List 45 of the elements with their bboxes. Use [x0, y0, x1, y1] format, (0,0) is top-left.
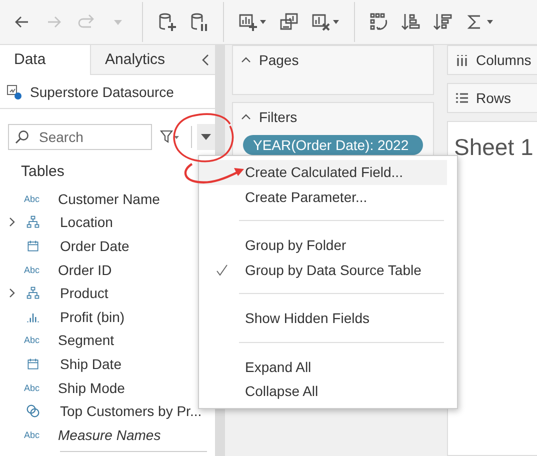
dropdown-button[interactable] [196, 124, 215, 150]
datasource-name[interactable]: Superstore Datasource [30, 84, 174, 100]
search-field[interactable]: Search [8, 124, 152, 150]
card-title: Pages [259, 52, 299, 68]
field-name[interactable]: Profit (bin) [60, 308, 125, 325]
data-type-label: Abc [24, 382, 41, 393]
data-type-label: Abc [24, 335, 41, 346]
field-name[interactable]: Location [60, 214, 113, 230]
hierarchy-icon [26, 286, 40, 300]
field-name[interactable]: Product [60, 285, 108, 302]
calendar-icon [26, 238, 40, 253]
overlapping-circles-icon [26, 404, 40, 418]
shelf-label: Columns [476, 52, 532, 68]
field-name[interactable]: Ship Mode [58, 380, 125, 396]
calendar-icon [26, 356, 40, 371]
field-name[interactable]: Measure Names [58, 426, 161, 443]
filter-icon[interactable] [160, 130, 180, 144]
annotation-arrow [184, 163, 244, 184]
rows-icon [456, 92, 468, 104]
expand-chevron-icon[interactable] [8, 217, 16, 228]
hierarchy-icon [26, 215, 40, 230]
section-heading: Tables [21, 163, 64, 182]
card-title: Filters [259, 109, 298, 125]
data-type-label: Abc [24, 194, 41, 204]
collapse-chevron-icon[interactable] [241, 56, 251, 64]
columns-icon [456, 54, 468, 66]
field-name[interactable]: Order Date [60, 238, 130, 254]
datasource-icon [6, 84, 22, 100]
filter-pill[interactable]: YEAR(Order Date): 2022 [243, 135, 423, 155]
sheet-title: Sheet 1 [454, 134, 534, 160]
field-name[interactable]: Segment [58, 332, 114, 348]
search-icon [15, 130, 29, 144]
pane-tab[interactable]: Analytics [90, 45, 191, 75]
collapse-chevron-icon[interactable] [241, 113, 251, 121]
field-name[interactable]: Customer Name [58, 190, 160, 207]
field-name[interactable]: Top Customers by Pr... [60, 403, 202, 420]
collapse-chevron-icon[interactable] [201, 54, 211, 66]
menu-item[interactable]: Create Calculated Field... [199, 160, 447, 184]
field-name[interactable]: Order ID [58, 262, 112, 278]
data-type-label: Abc [24, 264, 41, 275]
expand-chevron-icon[interactable] [8, 288, 16, 298]
shelf-label: Rows [476, 90, 512, 106]
field-name[interactable]: Ship Date [60, 356, 122, 372]
caret-icon [200, 133, 211, 141]
data-type-label: Abc [24, 430, 41, 440]
